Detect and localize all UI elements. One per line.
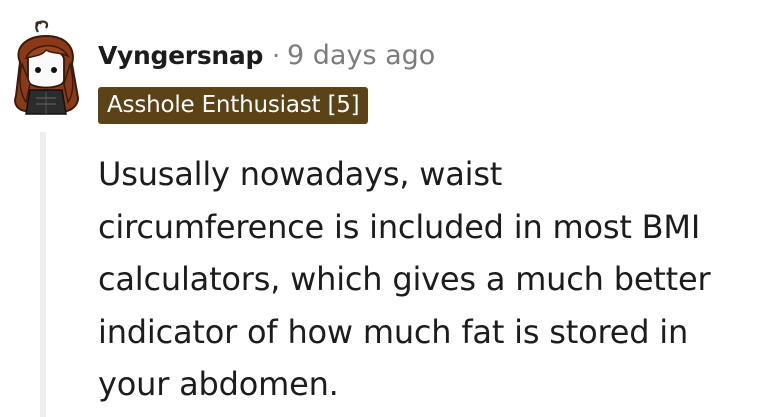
- username-link[interactable]: Vyngersnap: [98, 41, 263, 70]
- user-flair-badge: Asshole Enthusiast [5]: [98, 87, 369, 124]
- comment-body: Ususally nowadays, waist circumference i…: [98, 155, 711, 403]
- comment: Vyngersnap · 9 days ago Asshole Enthusia…: [0, 0, 777, 417]
- timestamp[interactable]: 9 days ago: [287, 40, 435, 71]
- comment-header: Vyngersnap · 9 days ago: [98, 38, 435, 72]
- thread-collapse-line[interactable]: [40, 132, 46, 417]
- meta-separator: ·: [272, 40, 281, 70]
- user-avatar-icon[interactable]: [8, 18, 84, 118]
